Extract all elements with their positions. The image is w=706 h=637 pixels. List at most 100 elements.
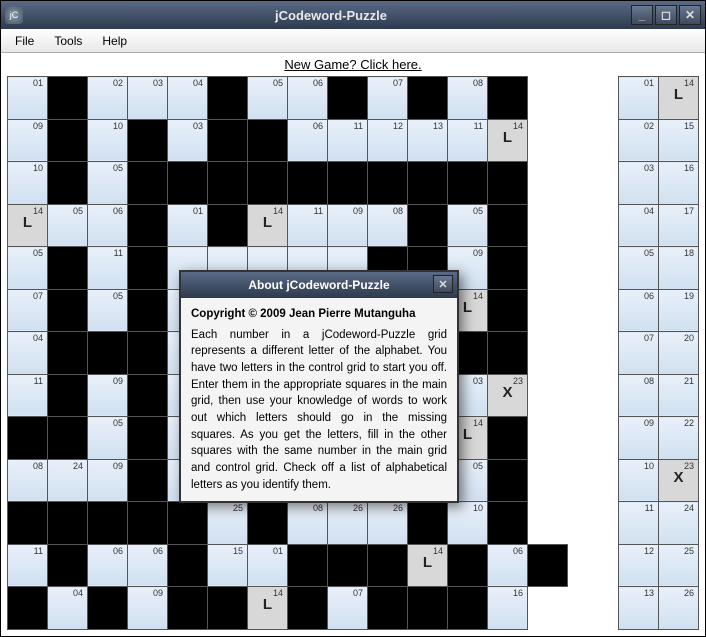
grid-cell[interactable]: 14L: [248, 204, 288, 247]
control-cell[interactable]: 23X: [659, 459, 699, 502]
control-cell[interactable]: 07: [619, 332, 659, 375]
grid-cell[interactable]: 07: [368, 77, 408, 120]
grid-cell[interactable]: 26: [368, 502, 408, 545]
grid-cell[interactable]: 08: [448, 77, 488, 120]
control-cell[interactable]: 14L: [659, 77, 699, 120]
cell-number: 12: [370, 121, 405, 131]
grid-cell[interactable]: 10: [88, 119, 128, 162]
grid-cell[interactable]: 10: [8, 162, 48, 205]
grid-black-cell: [488, 417, 528, 460]
grid-cell[interactable]: 08: [288, 502, 328, 545]
control-cell[interactable]: 12: [619, 544, 659, 587]
control-cell[interactable]: 01: [619, 77, 659, 120]
control-cell[interactable]: 02: [619, 119, 659, 162]
grid-cell[interactable]: 05: [88, 417, 128, 460]
grid-cell[interactable]: 04: [48, 587, 88, 630]
grid-cell[interactable]: 10: [448, 502, 488, 545]
grid-cell[interactable]: 06: [488, 544, 528, 587]
cell-number: 01: [621, 78, 656, 88]
grid-cell[interactable]: 07: [8, 289, 48, 332]
grid-cell[interactable]: 06: [88, 544, 128, 587]
grid-cell[interactable]: 05: [248, 77, 288, 120]
control-cell[interactable]: 24: [659, 502, 699, 545]
grid-cell[interactable]: 14L: [408, 544, 448, 587]
grid-cell[interactable]: 09: [8, 119, 48, 162]
grid-cell[interactable]: 14L: [248, 587, 288, 630]
grid-black-cell: [128, 247, 168, 290]
control-cell[interactable]: 22: [659, 417, 699, 460]
control-cell[interactable]: 05: [619, 247, 659, 290]
grid-cell[interactable]: 01: [168, 204, 208, 247]
control-cell[interactable]: 10: [619, 459, 659, 502]
control-cell[interactable]: 11: [619, 502, 659, 545]
cell-number: 17: [661, 206, 696, 216]
control-cell[interactable]: 03: [619, 162, 659, 205]
grid-cell[interactable]: 03: [128, 77, 168, 120]
grid-cell[interactable]: 09: [88, 374, 128, 417]
control-cell[interactable]: 19: [659, 289, 699, 332]
control-cell[interactable]: 04: [619, 204, 659, 247]
grid-cell[interactable]: 14L: [8, 204, 48, 247]
grid-cell[interactable]: 04: [8, 332, 48, 375]
control-cell[interactable]: 20: [659, 332, 699, 375]
control-cell[interactable]: 18: [659, 247, 699, 290]
grid-cell[interactable]: 11: [88, 247, 128, 290]
grid-cell[interactable]: 08: [8, 459, 48, 502]
menubar: File Tools Help: [1, 29, 705, 53]
control-cell[interactable]: 17: [659, 204, 699, 247]
control-cell[interactable]: 15: [659, 119, 699, 162]
grid-cell[interactable]: 05: [48, 204, 88, 247]
grid-cell[interactable]: 04: [168, 77, 208, 120]
grid-cell[interactable]: 09: [128, 587, 168, 630]
grid-cell[interactable]: 01: [8, 77, 48, 120]
grid-cell[interactable]: 02: [88, 77, 128, 120]
grid-cell[interactable]: 14L: [488, 119, 528, 162]
grid-cell[interactable]: 05: [88, 162, 128, 205]
grid-cell[interactable]: 09: [88, 459, 128, 502]
menu-tools[interactable]: Tools: [46, 32, 90, 50]
grid-cell[interactable]: 03: [168, 119, 208, 162]
new-game-link[interactable]: New Game? Click here.: [1, 53, 705, 74]
control-cell[interactable]: 06: [619, 289, 659, 332]
grid-cell[interactable]: 05: [88, 289, 128, 332]
menu-file[interactable]: File: [7, 32, 42, 50]
control-cell[interactable]: 25: [659, 544, 699, 587]
grid-cell[interactable]: 13: [408, 119, 448, 162]
grid-cell[interactable]: 26: [328, 502, 368, 545]
grid-cell[interactable]: 12: [368, 119, 408, 162]
grid-cell[interactable]: 07: [328, 587, 368, 630]
grid-cell[interactable]: 11: [448, 119, 488, 162]
grid-cell[interactable]: 16: [488, 587, 528, 630]
grid-cell[interactable]: 24: [48, 459, 88, 502]
control-cell[interactable]: 21: [659, 374, 699, 417]
cell-number: 04: [170, 78, 205, 88]
close-button[interactable]: ✕: [679, 5, 701, 25]
grid-cell[interactable]: 25: [208, 502, 248, 545]
control-cell[interactable]: 26: [659, 587, 699, 630]
control-cell[interactable]: 08: [619, 374, 659, 417]
grid-cell[interactable]: 11: [288, 204, 328, 247]
grid-cell[interactable]: 06: [88, 204, 128, 247]
grid-cell[interactable]: 05: [448, 204, 488, 247]
control-cell[interactable]: 13: [619, 587, 659, 630]
menu-help[interactable]: Help: [94, 32, 135, 50]
cell-letter: L: [10, 214, 45, 231]
grid-cell[interactable]: 11: [8, 374, 48, 417]
grid-cell[interactable]: 06: [288, 119, 328, 162]
minimize-button[interactable]: _: [631, 5, 653, 25]
grid-cell[interactable]: 08: [368, 204, 408, 247]
grid-cell[interactable]: 11: [8, 544, 48, 587]
about-dialog-close-button[interactable]: ✕: [433, 275, 453, 293]
grid-cell[interactable]: 06: [288, 77, 328, 120]
grid-cell[interactable]: 06: [128, 544, 168, 587]
grid-cell[interactable]: 15: [208, 544, 248, 587]
grid-cell[interactable]: 01: [248, 544, 288, 587]
control-cell[interactable]: 16: [659, 162, 699, 205]
maximize-button[interactable]: ◻: [655, 5, 677, 25]
control-cell[interactable]: 09: [619, 417, 659, 460]
grid-cell[interactable]: 11: [328, 119, 368, 162]
grid-cell[interactable]: 23X: [488, 374, 528, 417]
grid-cell[interactable]: 09: [328, 204, 368, 247]
grid-black-cell: [248, 502, 288, 545]
grid-cell[interactable]: 05: [8, 247, 48, 290]
